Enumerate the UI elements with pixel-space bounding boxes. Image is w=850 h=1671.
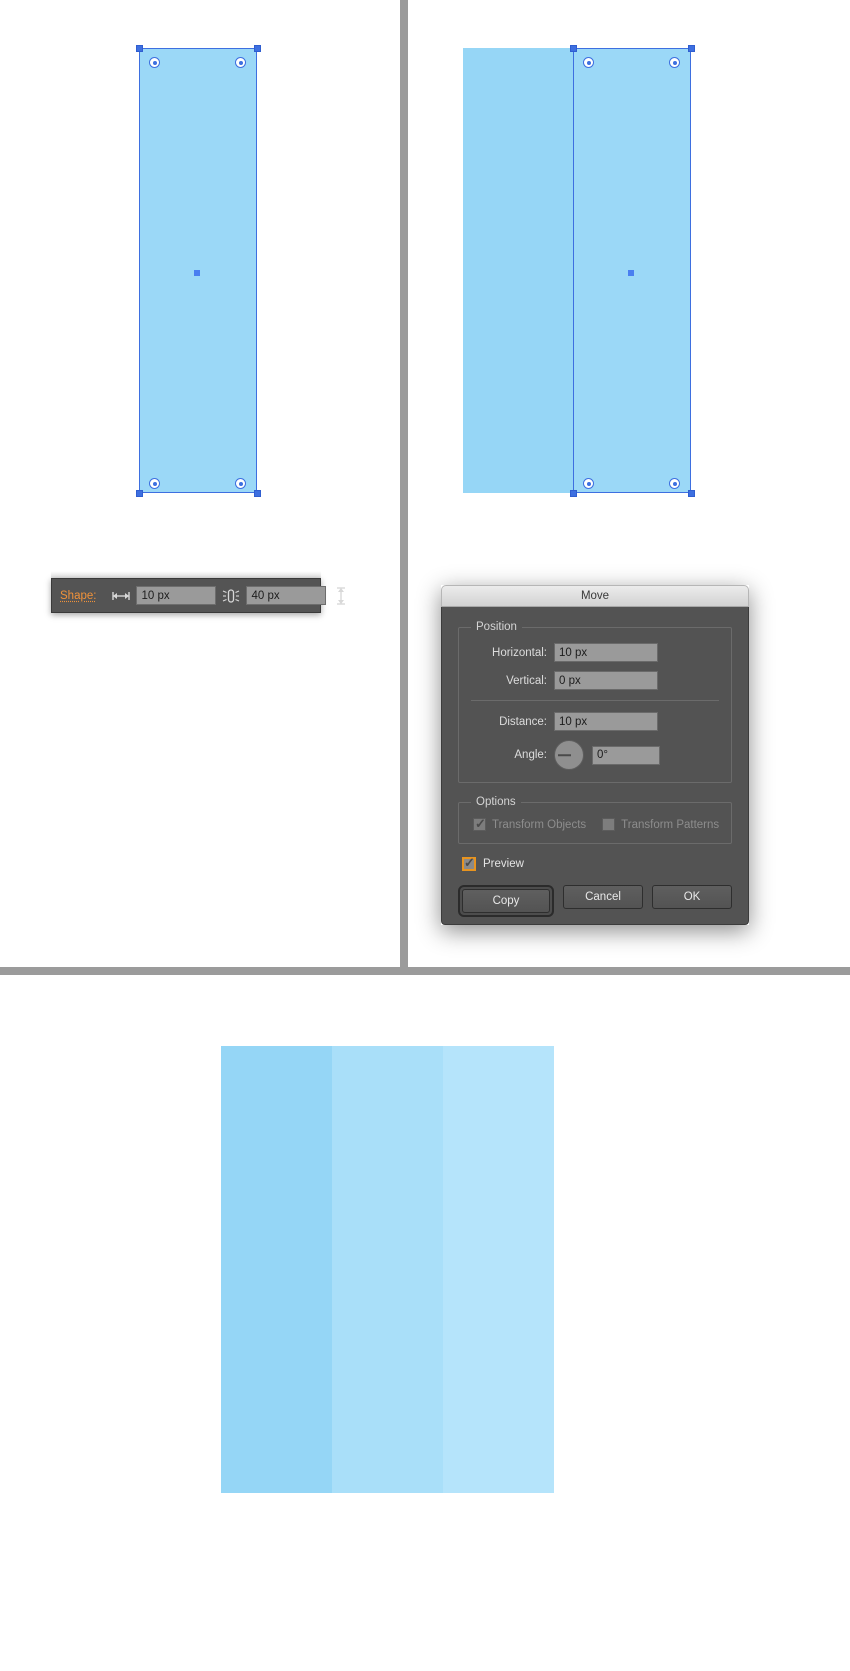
shape-bar-label: Shape: <box>60 589 97 602</box>
dialog-body: Position Horizontal: Vertical: Distance:… <box>441 607 749 925</box>
transform-patterns-checkbox-box <box>602 818 616 831</box>
move-dialog[interactable]: Move Position Horizontal: Vertical: Dist… <box>441 585 749 925</box>
height-arrows-icon <box>331 586 351 605</box>
shape-center-point[interactable] <box>628 270 634 276</box>
anchor-point-bottom-left[interactable] <box>135 489 143 497</box>
vertical-label: Vertical: <box>506 674 547 687</box>
angle-label: Angle: <box>514 749 547 761</box>
anchor-point-top-right[interactable] <box>253 44 261 52</box>
angle-dial-icon[interactable] <box>554 740 584 770</box>
vertical-row: Vertical: <box>469 671 721 690</box>
constrain-proportions-icon[interactable] <box>221 588 241 604</box>
angle-input[interactable] <box>592 745 660 765</box>
transform-patterns-label: Transform Patterns <box>621 818 720 831</box>
preview-checkbox-row[interactable]: Preview <box>462 855 732 871</box>
position-group: Position Horizontal: Vertical: Distance:… <box>458 621 732 783</box>
preview-checkbox-box[interactable] <box>462 855 476 871</box>
transform-objects-label: Transform Objects <box>492 818 587 831</box>
horizontal-row: Horizontal: <box>469 643 721 662</box>
anchor-point-top-left[interactable] <box>135 44 143 52</box>
live-corner-widget-bottom-right[interactable] <box>669 478 680 489</box>
live-corner-widget-bottom-left[interactable] <box>149 478 160 489</box>
shape-center-point[interactable] <box>194 270 200 276</box>
options-row: Transform Objects Transform Patterns <box>469 816 721 832</box>
anchor-point-bottom-right[interactable] <box>687 489 695 497</box>
distance-row: Distance: <box>469 712 721 731</box>
screenshot-root: Shape: 10 px 40 px Move Position Horizon… <box>0 0 850 1671</box>
anchor-point-top-left[interactable] <box>569 44 577 52</box>
live-corner-widget-top-left[interactable] <box>583 57 594 68</box>
copy-button-focus-ring: Copy <box>458 885 554 917</box>
dialog-button-row: Copy Cancel OK <box>458 885 732 917</box>
cancel-button[interactable]: Cancel <box>563 885 643 909</box>
result-band-one[interactable] <box>221 1046 332 1493</box>
width-arrows-icon <box>111 588 131 604</box>
transform-objects-checkbox: Transform Objects <box>473 816 587 832</box>
live-corner-widget-top-right[interactable] <box>669 57 680 68</box>
shape-width-input[interactable] <box>136 586 217 605</box>
shape-bar-shadow <box>51 571 321 578</box>
anchor-point-bottom-left[interactable] <box>569 489 577 497</box>
horizontal-input[interactable] <box>554 643 658 662</box>
transform-objects-checkbox-box <box>473 816 486 832</box>
dialog-title: Move <box>580 590 610 602</box>
ok-button[interactable]: OK <box>652 885 732 909</box>
distance-input[interactable] <box>554 712 658 731</box>
result-band-two[interactable] <box>332 1046 443 1493</box>
shape-control-bar[interactable]: Shape: <box>51 578 346 613</box>
result-band-three[interactable] <box>443 1046 554 1493</box>
live-corner-widget-top-left[interactable] <box>149 57 160 68</box>
position-group-legend: Position <box>476 621 517 633</box>
group-separator <box>471 700 719 701</box>
live-corner-widget-bottom-right[interactable] <box>235 478 246 489</box>
options-group-legend: Options <box>476 796 516 808</box>
horizontal-label: Horizontal: <box>492 646 547 659</box>
anchor-point-bottom-right[interactable] <box>253 489 261 497</box>
panel-vertical-divider <box>400 0 408 975</box>
vector-rectangle-base[interactable] <box>463 48 581 493</box>
transform-patterns-checkbox: Transform Patterns <box>602 818 719 831</box>
live-corner-widget-bottom-left[interactable] <box>583 478 594 489</box>
distance-label: Distance: <box>499 715 547 728</box>
live-corner-widget-top-right[interactable] <box>235 57 246 68</box>
copy-button[interactable]: Copy <box>462 889 550 913</box>
preview-label: Preview <box>483 858 524 870</box>
panel-horizontal-divider <box>0 967 850 975</box>
shape-height-input[interactable] <box>246 586 327 605</box>
options-group: Options Transform Objects Transform Patt… <box>458 796 732 844</box>
artboard-panel-left: Shape: <box>0 0 400 967</box>
angle-row: Angle: <box>469 740 721 770</box>
dialog-titlebar[interactable]: Move <box>441 585 749 607</box>
vertical-input[interactable] <box>554 671 658 690</box>
anchor-point-top-right[interactable] <box>687 44 695 52</box>
